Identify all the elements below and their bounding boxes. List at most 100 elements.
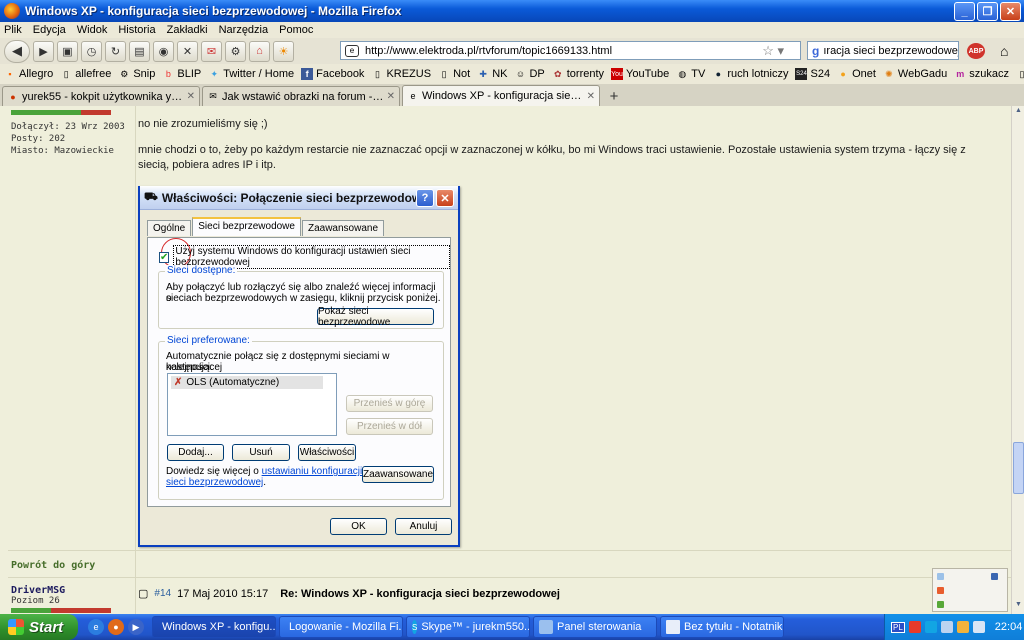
back-button[interactable]: ◀ (4, 39, 30, 63)
tray-app-icon[interactable] (908, 621, 921, 633)
bookmark-twitter[interactable]: ✦ Twitter / Home (208, 68, 294, 80)
learn-more-text: Dowiedz się więcej o ustawianiu konfigur… (166, 466, 363, 488)
bookmark-allegro[interactable]: ▪ Allegro (4, 68, 53, 80)
bookmark-tv[interactable]: ◍ TV (676, 68, 705, 80)
bookmark-webgadu[interactable]: ✺ WebGadu (883, 68, 947, 80)
history-button[interactable]: ◷ (81, 40, 102, 62)
close-tab-icon[interactable]: ✕ (587, 91, 595, 102)
adblock-icon[interactable]: ABP (967, 43, 985, 59)
divider (8, 577, 1011, 578)
search-input[interactable]: g ıracja sieci bezprzewodowej (807, 41, 959, 60)
home-icon[interactable]: ⌂ (1000, 43, 1008, 59)
menu-history[interactable]: Historia (118, 24, 155, 36)
bookmark-nk[interactable]: ✚ NK (477, 68, 507, 80)
new-tab-button[interactable]: + (602, 86, 626, 106)
checkbox-checked-icon: ✔ (159, 251, 170, 263)
menu-bookmarks[interactable]: Zakładki (167, 24, 208, 36)
media-icon[interactable]: ▶ (128, 619, 144, 635)
floating-panel[interactable] (932, 568, 1008, 612)
search-value: ıracja sieci bezprzewodowej (823, 44, 959, 57)
bookmark-onet[interactable]: ● Onet (837, 68, 876, 80)
page-scrollbar[interactable]: ▲ ▼ (1011, 106, 1024, 614)
menu-help[interactable]: Pomoc (279, 24, 313, 36)
bookmark-not[interactable]: ▯ Not (438, 68, 471, 80)
panel-icon[interactable] (937, 587, 944, 594)
task-firefox-login[interactable]: Logowanie - Mozilla Fi... (279, 616, 403, 638)
post-number-link[interactable]: #14 (154, 588, 171, 599)
bookmark-youtube[interactable]: You YouTube (611, 68, 669, 80)
task-skype[interactable]: S Skype™ - jurekm550... (406, 616, 530, 638)
post-icon: ▢ (138, 588, 149, 600)
panel-icon[interactable] (991, 573, 998, 580)
task-control-panel[interactable]: Panel sterowania (533, 616, 657, 638)
skype-icon: S (412, 620, 418, 634)
menu-tools[interactable]: Narzędzia (219, 24, 269, 36)
reload-button[interactable]: ↻ (105, 40, 126, 62)
addon-button[interactable]: ▤ (129, 40, 150, 62)
stop-button[interactable]: ✕ (177, 40, 198, 62)
minimize-button[interactable]: _ (954, 2, 975, 21)
dialog-close-button: ✕ (436, 189, 454, 207)
task-notepad[interactable]: Bez tytułu - Notatnik (660, 616, 784, 638)
tab-kokpit[interactable]: ●yurek55 - kokpit użytkownika yurek55 na… (2, 86, 200, 106)
start-button[interactable]: Start (0, 614, 78, 640)
bookmark-szukacz[interactable]: m szukacz (954, 68, 1009, 80)
feed-button[interactable]: ☀ (273, 40, 294, 62)
tab-obrazki[interactable]: ✉Jak wstawić obrazki na forum - Searchen… (202, 86, 400, 106)
post2-rank: Poziom 26 (11, 596, 60, 606)
post-subject: Re: Windows XP - konfiguracja sieci bezp… (280, 587, 560, 600)
menu-edit[interactable]: Edycja (33, 24, 66, 36)
google-icon[interactable]: g (812, 44, 819, 58)
facebook-icon: f (301, 68, 314, 80)
notepad-icon (666, 620, 680, 634)
panel-icon[interactable] (937, 573, 944, 580)
forward-button[interactable]: ▶ (33, 40, 54, 62)
mail-button[interactable]: ✉ (201, 40, 222, 62)
close-window-button[interactable]: ✕ (1000, 2, 1021, 21)
ie-icon[interactable]: e (88, 619, 104, 635)
post2-username[interactable]: DriverMSG (11, 585, 65, 596)
scrollbar-thumb[interactable] (1013, 442, 1024, 494)
close-tab-icon[interactable]: ✕ (187, 91, 195, 102)
maximize-button[interactable]: ❐ (977, 2, 998, 21)
windows-taskbar: Start e ● ▶ Windows XP - konfigu... Logo… (0, 614, 1024, 640)
preferred-networks-list: ✗ OLS (Automatyczne) (167, 373, 337, 436)
screenshot-button[interactable]: ◉ (153, 40, 174, 62)
learn-more-link: ustawianiu konfiguracji (261, 466, 363, 477)
menu-file[interactable]: Plik (4, 24, 22, 36)
home-toolbar-button[interactable]: ⌂ (249, 40, 270, 62)
bookmark-krezus[interactable]: ▯ KREZUS (371, 68, 431, 80)
tab-windows-xp[interactable]: eWindows XP - konfiguracja sieci bezprze… (402, 85, 600, 106)
scroll-up-icon[interactable]: ▲ (1013, 107, 1024, 119)
back-to-top-link[interactable]: Powrót do góry (11, 560, 95, 571)
menu-view[interactable]: Widok (77, 24, 108, 36)
bookmark-blip[interactable]: b BLIP (162, 68, 201, 80)
bookmark-button[interactable]: ▣ (57, 40, 78, 62)
scroll-down-icon[interactable]: ▼ (1013, 601, 1024, 613)
site-identity-icon[interactable]: e (345, 44, 359, 57)
bookmark-ruch-lotniczy[interactable]: ● ruch lotniczy (712, 68, 789, 80)
firefox-icon[interactable]: ● (108, 619, 124, 635)
bookmark-s24[interactable]: S24 S24 (795, 68, 830, 80)
panel-icon[interactable] (937, 601, 944, 608)
tray-skype-icon[interactable] (924, 621, 937, 633)
task-firefox-xp[interactable]: Windows XP - konfigu... (152, 616, 276, 638)
bookmark-snip[interactable]: ⚙ Snip (118, 68, 155, 80)
bookmark-kw[interactable]: ▯KW (1016, 68, 1024, 80)
language-indicator[interactable]: PL (891, 621, 905, 633)
dialog-body: ✔ Użyj systemu Windows do konfiguracji u… (147, 237, 451, 507)
tray-network-icon[interactable] (940, 621, 953, 633)
window-title: Windows XP - konfiguracja sieci bezprzew… (25, 4, 402, 18)
bookmark-torrenty[interactable]: ✿ torrenty (552, 68, 604, 80)
settings-button[interactable]: ⚙ (225, 40, 246, 62)
tray-gadu-icon[interactable] (956, 621, 969, 633)
tray-volume-icon[interactable] (972, 621, 985, 633)
bookmark-facebook[interactable]: f Facebook (301, 68, 364, 80)
star-icon[interactable]: ☆ ▾ (762, 43, 784, 59)
url-bar[interactable]: e http://www.elektroda.pl/rtvforum/topic… (340, 41, 801, 60)
user-info: Dołączył: 23 Wrz 2003 Posty: 202 Miasto:… (11, 122, 125, 156)
bookmark-dp[interactable]: ☺ DP (514, 68, 545, 80)
close-tab-icon[interactable]: ✕ (387, 91, 395, 102)
bookmark-allefree[interactable]: ▯ allefree (60, 68, 112, 80)
post-date: 17 Maj 2010 15:17 (177, 587, 269, 600)
